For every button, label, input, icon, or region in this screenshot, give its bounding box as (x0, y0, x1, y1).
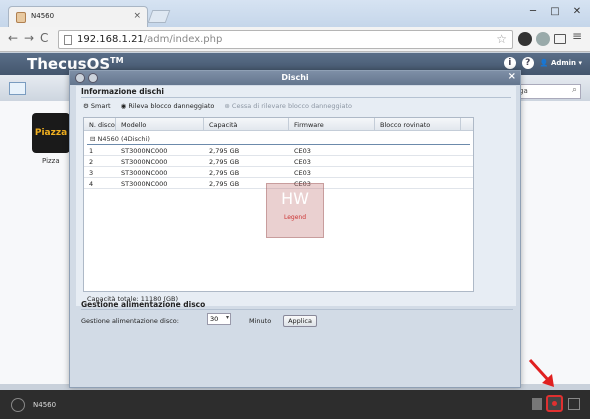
search-input[interactable]: ga ⌕ (516, 84, 581, 99)
smart-button[interactable]: ⚙ Smart (83, 102, 111, 110)
pizza-app-label: Pizza (42, 157, 60, 165)
table-cell: ST3000NC000 (121, 158, 168, 166)
cast-icon[interactable] (554, 34, 566, 44)
table-cell: ST3000NC000 (121, 147, 168, 155)
dialog-title: Dischi (70, 71, 520, 85)
help-icon[interactable]: ? (521, 57, 534, 69)
column-header[interactable]: N. disco (84, 118, 116, 130)
table-cell: 2 (89, 158, 94, 166)
bookmark-star-icon[interactable]: ☆ (496, 32, 507, 46)
table-cell (375, 156, 461, 166)
table-cell (375, 145, 461, 155)
chevron-down-icon: ▾ (225, 314, 229, 321)
pizza-app-icon[interactable]: Piazza (32, 113, 70, 153)
tab-close-icon[interactable]: × (133, 11, 141, 21)
extension-icon[interactable] (518, 32, 532, 46)
tab-favicon-icon (16, 12, 26, 23)
page-icon (64, 35, 72, 45)
power-timeout-select[interactable]: 30 ▾ (207, 313, 231, 325)
table-cell (375, 167, 461, 177)
smart-icon: ⚙ (83, 102, 89, 110)
table-cell: CE03 (294, 169, 311, 177)
browser-toolbar: ← → C 192.168.1.21/adm/index.php ☆ ≡ (0, 27, 590, 52)
table-cell: CE03 (294, 158, 311, 166)
close-window-button[interactable]: ✕ (570, 6, 584, 17)
group-row[interactable]: ⊟ N4560 (4Dischi) (87, 131, 470, 145)
table-cell: 1 (89, 147, 94, 155)
table-cell: 2,795 GB (209, 147, 240, 155)
dialog-back-icon[interactable] (75, 73, 85, 83)
table-cell: 3 (89, 169, 94, 177)
stop-detect-button[interactable]: ⊛ Cessa di rilevare blocco danneggiato (224, 102, 352, 110)
table-cell: 4 (89, 180, 94, 188)
taskbar-label: N4560 (33, 401, 57, 409)
column-header[interactable]: Blocco rovinato (375, 118, 461, 130)
arrow-annotation-icon (528, 358, 554, 387)
dialog-close-icon[interactable]: × (508, 71, 516, 82)
table-cell: ST3000NC000 (121, 180, 168, 188)
taskbar (0, 390, 590, 419)
table-row[interactable]: 1 ST3000NC000 2,795 GB CE03 (84, 145, 473, 156)
table-cell (375, 178, 461, 188)
dialog-forward-icon[interactable] (88, 73, 98, 83)
watermark-logo: HW Legend (266, 183, 324, 238)
reload-icon[interactable]: C (40, 31, 48, 45)
table-header: N. disco Modello Capacità Firmware Blocc… (84, 118, 473, 131)
radio-icon: ◉ (120, 102, 127, 110)
search-icon[interactable]: ⌕ (572, 85, 577, 95)
record-button[interactable] (546, 395, 563, 412)
tab-title: N4560 (31, 12, 55, 20)
admin-menu[interactable]: 👤 Admin ▾ (540, 59, 582, 67)
table-cell: 2,795 GB (209, 169, 240, 177)
info-icon[interactable]: i (503, 57, 516, 69)
extension-icon[interactable] (536, 32, 550, 46)
menu-icon[interactable]: ≡ (572, 29, 582, 43)
disk-toolbar: ⚙ Smart ◉ Rileva blocco danneggiato ⊛ Ce… (83, 102, 352, 110)
back-icon[interactable]: ← (8, 31, 18, 45)
desktop-view-icon[interactable] (9, 82, 26, 95)
url-domain: 192.168.1.21 (77, 34, 144, 45)
power-label: Gestione alimentazione disco: (81, 317, 179, 325)
apply-button[interactable]: Applica (283, 315, 317, 327)
stop-icon: ⊛ (224, 102, 230, 110)
table-cell: 2,795 GB (209, 158, 240, 166)
column-header[interactable]: Firmware (289, 118, 375, 130)
detect-bad-block-button[interactable]: ◉ Rileva blocco danneggiato (121, 102, 215, 110)
address-bar[interactable]: 192.168.1.21/adm/index.php ☆ (58, 30, 513, 49)
table-row[interactable]: 3 ST3000NC000 2,795 GB CE03 (84, 167, 473, 178)
maximize-button[interactable]: □ (548, 6, 562, 17)
table-cell: ST3000NC000 (121, 169, 168, 177)
tray-icon[interactable] (532, 398, 542, 410)
column-header[interactable]: Capacità (204, 118, 289, 130)
forward-icon[interactable]: → (24, 31, 34, 45)
browser-tab[interactable]: N4560 × (8, 6, 148, 27)
minimize-button[interactable]: ─ (526, 6, 540, 17)
power-unit: Minuto (249, 317, 272, 325)
column-header[interactable]: Modello (116, 118, 204, 130)
power-section-title: Gestione alimentazione disco (81, 300, 206, 309)
table-row[interactable]: 2 ST3000NC000 2,795 GB CE03 (84, 156, 473, 167)
section-title: Informazione dischi (81, 87, 165, 96)
url-path: /adm/index.php (143, 34, 223, 45)
power-icon[interactable] (11, 398, 25, 412)
network-icon[interactable] (568, 398, 580, 410)
window-controls: ─ □ ✕ (526, 6, 584, 17)
record-icon (552, 401, 557, 406)
table-cell: CE03 (294, 147, 311, 155)
